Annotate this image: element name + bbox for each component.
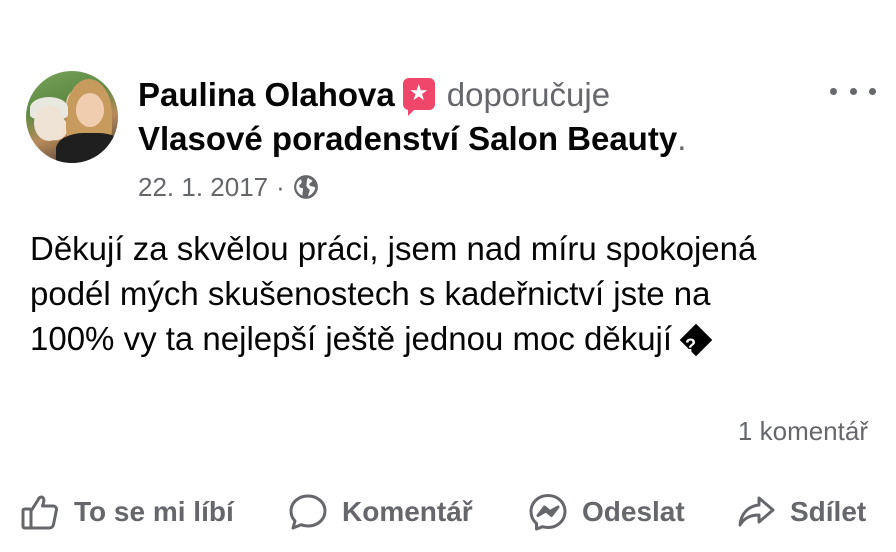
more-dot-icon <box>849 87 857 95</box>
post-text-line-last: 100% vy ta nejlepší ještě jednou moc děk… <box>30 316 870 361</box>
more-dot-icon <box>830 87 837 95</box>
comment-button[interactable]: Komentář <box>288 482 473 542</box>
globe-icon[interactable] <box>293 174 319 200</box>
post-meta: 22. 1. 2017 · <box>138 170 319 204</box>
unknown-glyph-icon <box>679 323 713 357</box>
comment-label: Komentář <box>342 496 473 527</box>
like-button[interactable]: To se mi líbí <box>20 482 234 542</box>
share-button[interactable]: Sdílet <box>736 482 866 542</box>
send-button[interactable]: Odeslat <box>528 482 685 542</box>
recommended-page: Vlasové poradenství Salon Beauty. <box>138 118 686 160</box>
post-text-line: podél mých skušenostech s kadeřnictví js… <box>30 275 711 312</box>
page-suffix: . <box>677 120 687 157</box>
meta-separator: · <box>276 172 285 202</box>
post-text-line: Děkují za skvělou práci, jsem nad míru s… <box>30 230 757 267</box>
author-name[interactable]: Paulina Olahova <box>138 76 395 113</box>
like-label: To se mi líbí <box>74 496 234 527</box>
post-body: Děkují za skvělou práci, jsem nad míru s… <box>30 226 870 361</box>
post-header: Paulina Olahova doporučuje <box>138 74 610 116</box>
share-arrow-icon <box>738 496 775 527</box>
more-dot-icon <box>869 87 876 95</box>
more-options-button[interactable] <box>830 78 876 104</box>
recommend-verb: doporučuje <box>446 76 611 113</box>
page-name-link[interactable]: Vlasové poradenství Salon Beauty <box>138 120 677 157</box>
send-label: Odeslat <box>582 496 685 527</box>
share-label: Sdílet <box>790 496 867 527</box>
comments-count-link[interactable]: 1 komentář <box>738 414 868 448</box>
recommend-icon <box>402 78 435 116</box>
action-bar: To se mi líbí Komentář Odeslat Sdílet <box>0 482 896 542</box>
post-text-line: 100% vy ta nejlepší ještě jednou moc děk… <box>30 320 673 357</box>
post-date[interactable]: 22. 1. 2017 <box>138 170 268 204</box>
messenger-icon <box>529 494 567 531</box>
avatar-shirt <box>56 133 118 163</box>
avatar-baby <box>34 105 64 141</box>
avatar-face <box>76 93 104 127</box>
thumbs-up-icon <box>21 495 58 530</box>
avatar[interactable] <box>26 71 118 163</box>
comment-bubble-icon <box>289 494 327 530</box>
